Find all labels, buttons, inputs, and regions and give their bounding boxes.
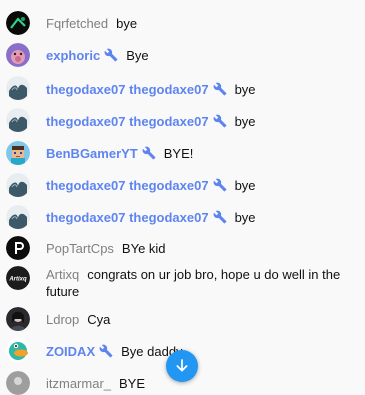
avatar-waves-icon[interactable] [6,108,30,132]
message-line: thegodaxe07 thegodaxe07 bye [46,177,358,196]
chat-message: thegodaxe07 thegodaxe07 bye [0,169,365,201]
author-name[interactable]: thegodaxe07 thegodaxe07 [46,114,209,129]
message-line: Fqrfetched bye [46,15,358,32]
avatar-black-p-icon[interactable] [6,236,30,260]
message-line: thegodaxe07 thegodaxe07 bye [46,113,358,132]
message-text: bye [234,114,256,129]
avatar-gray-icon[interactable] [6,371,30,395]
avatar-logo-text: Artixq [8,277,27,283]
avatar-minecraft-icon[interactable] [6,141,30,165]
avatar-artixq-icon[interactable]: Artixq [6,266,30,290]
author-name[interactable]: exphoric [46,48,100,63]
author-name[interactable]: thegodaxe07 thegodaxe07 [46,178,209,193]
message-line: itzmarmar_ BYE [46,375,358,392]
message-line: exphoric Bye [46,47,358,66]
message-text: bye [234,210,256,225]
avatar-black-green-icon[interactable] [6,11,30,35]
wrench-icon [99,344,113,362]
wrench-icon [213,210,227,228]
message-text: congrats on ur job bro, hope u do well i… [46,267,341,299]
message-text: BYE! [163,146,194,161]
avatar-platypus-icon[interactable] [6,338,30,362]
author-name[interactable]: thegodaxe07 thegodaxe07 [46,82,209,97]
avatar-purple-pig-icon[interactable] [6,43,30,67]
author-name[interactable]: itzmarmar_ [46,376,111,391]
chat-message: Fqrfetched bye [0,4,365,35]
chat-message: exphoric Bye [0,38,365,70]
wrench-icon [104,48,118,66]
author-name[interactable]: PopTartCps [46,241,114,256]
author-name[interactable]: BenBGamerYT [46,146,138,161]
wrench-icon [213,114,227,132]
message-line: PopTartCps BYe kid [46,240,358,257]
avatar-waves-icon[interactable] [6,205,30,229]
message-line: Artixq congrats on ur job bro, hope u do … [46,266,358,300]
message-line: ZOIDAX Bye daddy [46,343,358,362]
chat-message: thegodaxe07 thegodaxe07 bye [0,72,365,104]
message-text: bye [116,16,138,31]
avatar-waves-icon[interactable] [6,173,30,197]
chat-message: BenBGamerYT BYE! [0,137,365,169]
author-name[interactable]: ZOIDAX [46,344,95,359]
arrow-down-icon [176,359,188,372]
message-line: thegodaxe07 thegodaxe07 bye [46,209,358,228]
chat-message: thegodaxe07 thegodaxe07 bye [0,104,365,136]
author-name[interactable]: Fqrfetched [46,16,108,31]
avatar-dark-person-icon[interactable] [6,307,30,331]
author-name[interactable]: thegodaxe07 thegodaxe07 [46,210,209,225]
chat-message: Ldrop Cya [0,305,365,335]
chat-message: thegodaxe07 thegodaxe07 bye [0,201,365,233]
message-line: Ldrop Cya [46,311,358,328]
wrench-icon [213,178,227,196]
chat-message: Artixq Artixq congrats on ur job bro, hop… [0,262,365,302]
author-name[interactable]: Artixq [46,267,79,282]
author-name[interactable]: Ldrop [46,312,79,327]
message-line: BenBGamerYT BYE! [46,145,358,164]
wrench-icon [213,82,227,100]
avatar-waves-icon[interactable] [6,76,30,100]
wrench-icon [142,146,156,164]
message-text: Bye [126,48,149,63]
message-text: Cya [87,312,111,327]
message-line: thegodaxe07 thegodaxe07 bye [46,81,358,100]
message-text: bye [234,178,256,193]
scroll-to-bottom-button[interactable] [166,350,198,382]
message-text: bye [234,82,256,97]
message-text: BYE [119,376,146,391]
chat-message: PopTartCps BYe kid [0,233,365,263]
live-chat-list[interactable]: Fqrfetched bye exphoric Bye thegodaxe07 th… [0,0,365,395]
message-text: BYe kid [121,241,166,256]
